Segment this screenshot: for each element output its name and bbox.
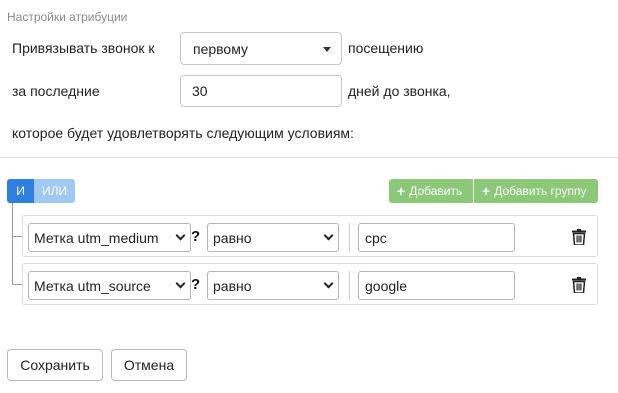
rule-separator: [349, 271, 350, 300]
add-group-button[interactable]: + Добавить группу: [474, 179, 598, 203]
chevron-down-icon: [323, 278, 334, 288]
chevron-down-icon: [175, 230, 186, 240]
visit-order-value: первому: [193, 40, 249, 57]
rule-row: Метка utm_source ? равно google: [22, 263, 598, 305]
rule-operator-value: равно: [213, 277, 252, 294]
period-label: за последние: [12, 83, 100, 99]
rule-qualifier[interactable]: ?: [191, 228, 200, 245]
rule-operator-select[interactable]: равно: [207, 223, 339, 252]
rule-operator-value: равно: [213, 229, 252, 246]
days-suffix-label: дней до звонка,: [348, 83, 451, 99]
rule-value-input[interactable]: google: [358, 271, 515, 300]
add-rule-label: Добавить: [409, 184, 463, 198]
chevron-down-icon: [175, 278, 186, 288]
rule-value-input[interactable]: cpc: [358, 223, 515, 252]
rule-field-value: Метка utm_medium: [34, 229, 159, 246]
section-divider: [0, 157, 618, 158]
rule-separator: [349, 223, 350, 252]
tree-branch: [12, 236, 22, 237]
trash-icon[interactable]: [572, 277, 586, 293]
rule-qualifier[interactable]: ?: [191, 276, 200, 293]
cancel-button[interactable]: Отмена: [111, 349, 187, 381]
days-input[interactable]: [180, 75, 342, 107]
section-title: Настройки атрибуции: [7, 10, 128, 24]
plus-icon: +: [397, 183, 406, 199]
rule-value-text: cpc: [365, 229, 387, 246]
plus-icon: +: [482, 183, 491, 199]
visit-order-select[interactable]: первому: [180, 32, 342, 65]
caret-down-icon: [323, 46, 331, 52]
bind-call-label: Привязывать звонок к: [12, 40, 155, 56]
chevron-down-icon: [323, 230, 334, 240]
logic-and-button[interactable]: И: [7, 179, 34, 203]
conditions-label: которое будет удовлетворять следующим ус…: [12, 125, 354, 141]
visit-suffix-label: посещению: [348, 40, 424, 56]
tree-connector: [12, 203, 13, 284]
logic-or-button[interactable]: ИЛИ: [34, 179, 75, 203]
add-group-label: Добавить группу: [494, 184, 587, 198]
add-rule-button[interactable]: + Добавить: [389, 179, 473, 203]
logic-toggle: И ИЛИ: [7, 179, 75, 203]
rule-value-text: google: [365, 277, 408, 294]
rule-field-select[interactable]: Метка utm_source: [28, 271, 191, 300]
rule-field-select[interactable]: Метка utm_medium: [28, 223, 191, 252]
rule-operator-select[interactable]: равно: [207, 271, 339, 300]
save-button[interactable]: Сохранить: [7, 349, 103, 381]
trash-icon[interactable]: [572, 229, 586, 245]
tree-branch: [12, 284, 22, 285]
rule-field-value: Метка utm_source: [34, 277, 151, 294]
rule-row: Метка utm_medium ? равно cpc: [22, 215, 598, 257]
